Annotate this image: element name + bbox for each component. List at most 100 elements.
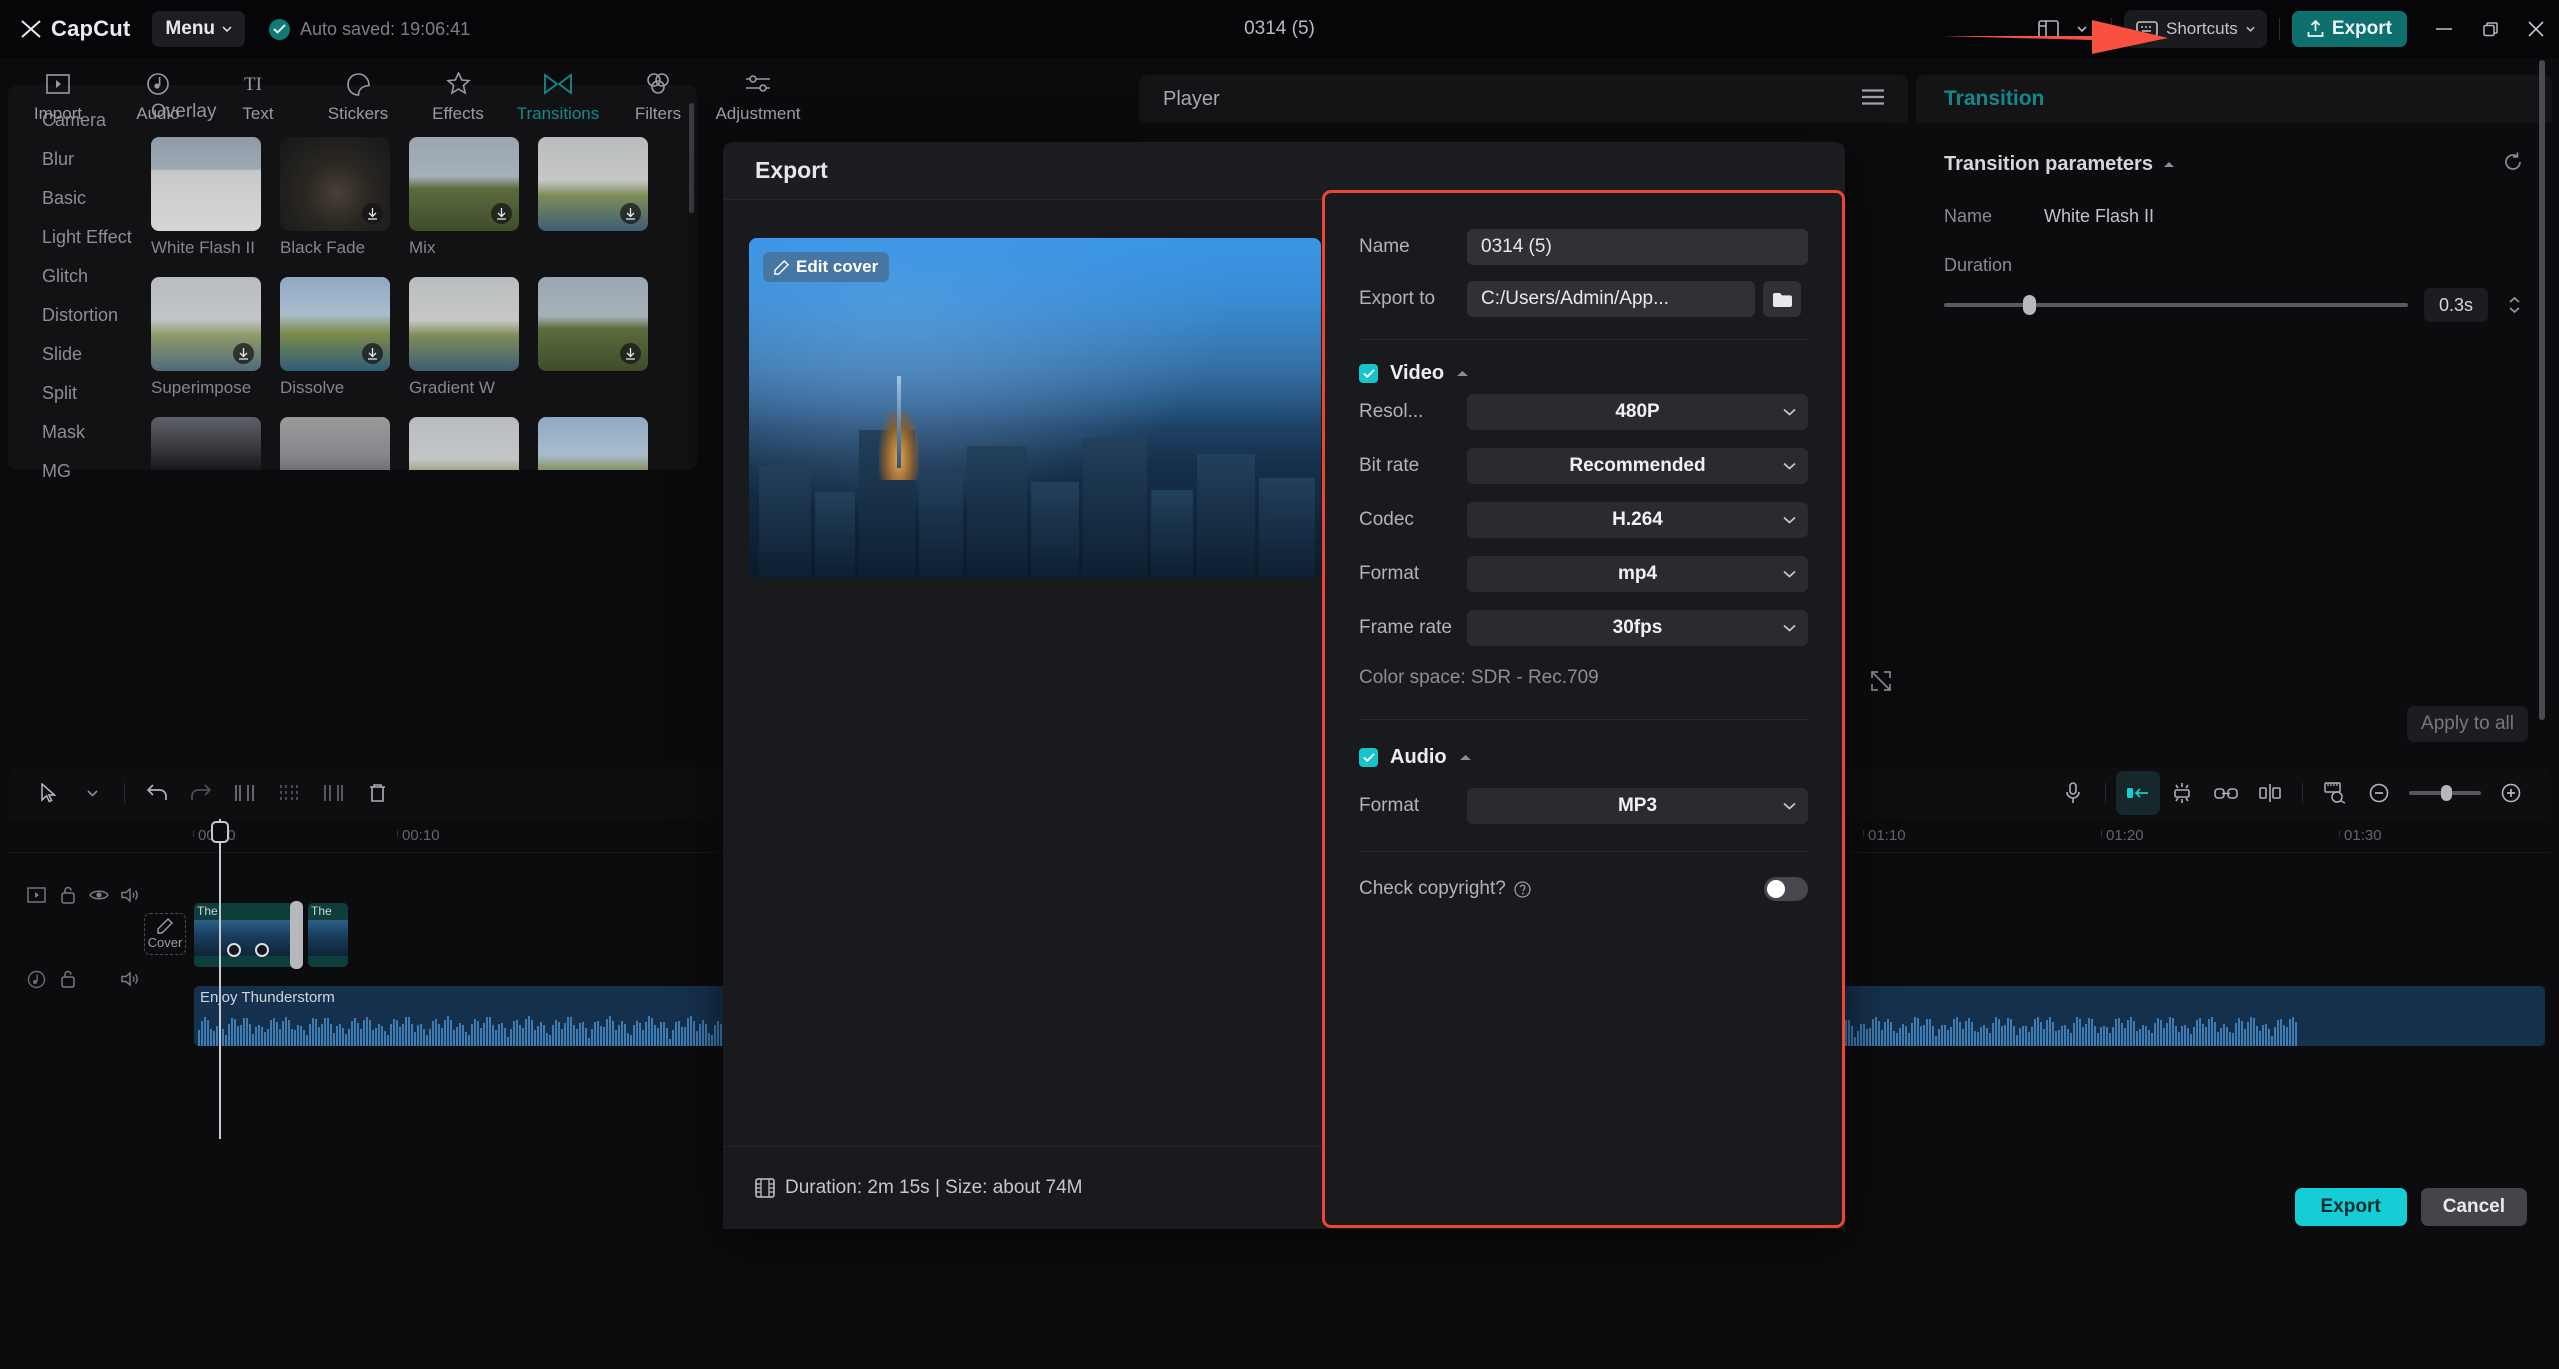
- transition-parameters-header[interactable]: Transition parameters: [1944, 151, 2524, 178]
- tab-audio[interactable]: Audio: [108, 60, 208, 124]
- export-settings-scrollbar[interactable]: [2539, 60, 2545, 720]
- audio-note-icon[interactable]: [24, 964, 49, 994]
- category-blur[interactable]: Blur: [8, 140, 141, 179]
- audio-checkbox[interactable]: [1359, 748, 1378, 767]
- name-input[interactable]: 0314 (5): [1467, 229, 1808, 265]
- cover-button[interactable]: Cover: [144, 913, 186, 955]
- playhead-handle[interactable]: [211, 821, 229, 843]
- apply-to-all-button[interactable]: Apply to all: [2407, 706, 2528, 742]
- transition-marker[interactable]: [227, 943, 241, 957]
- transition-item[interactable]: [151, 417, 261, 470]
- speaker-icon[interactable]: [119, 964, 144, 994]
- transition-item[interactable]: Gradient W: [409, 277, 519, 398]
- category-basic[interactable]: Basic: [8, 179, 141, 218]
- cover-preview[interactable]: Edit cover: [749, 238, 1321, 578]
- duration-value[interactable]: 0.3s: [2424, 288, 2488, 322]
- hamburger-icon[interactable]: [1862, 88, 1884, 110]
- dialog-export-button[interactable]: Export: [2294, 1188, 2407, 1226]
- tab-stickers[interactable]: Stickers: [308, 60, 408, 124]
- duration-slider-knob[interactable]: [2022, 295, 2036, 315]
- link-icon[interactable]: [2204, 771, 2248, 815]
- tab-import[interactable]: Import: [8, 60, 108, 124]
- download-icon[interactable]: [620, 343, 641, 364]
- export-path-input[interactable]: C:/Users/Admin/App...: [1467, 281, 1755, 317]
- download-icon[interactable]: [620, 203, 641, 224]
- close-button[interactable]: [2513, 0, 2559, 58]
- eye-icon[interactable]: [87, 880, 112, 910]
- split-icon[interactable]: [267, 771, 311, 815]
- minimize-button[interactable]: [2421, 0, 2467, 58]
- playhead[interactable]: [211, 819, 229, 1139]
- video-clip[interactable]: The: [194, 903, 301, 967]
- video-checkbox[interactable]: [1359, 364, 1378, 383]
- chevron-down-icon[interactable]: [70, 771, 114, 815]
- bitrate-select[interactable]: Recommended: [1467, 448, 1808, 484]
- export-button[interactable]: Export: [2291, 11, 2407, 47]
- zoom-slider-knob[interactable]: [2440, 785, 2452, 801]
- copyright-toggle[interactable]: [1764, 877, 1808, 901]
- category-distortion[interactable]: Distortion: [8, 296, 141, 335]
- tab-transitions[interactable]: Transitions: [508, 60, 608, 124]
- transition-item[interactable]: [538, 417, 648, 470]
- transition-item[interactable]: White Flash II: [151, 137, 261, 258]
- auto-fit-icon[interactable]: [2116, 771, 2160, 815]
- chevron-up-icon[interactable]: [1456, 370, 1469, 377]
- select-arrow-icon[interactable]: [26, 771, 70, 815]
- keyframe-icon[interactable]: [2248, 771, 2292, 815]
- transition-item[interactable]: Black Fade: [280, 137, 390, 258]
- tab-filters[interactable]: Filters: [608, 60, 708, 124]
- transition-marker-2[interactable]: [255, 943, 269, 957]
- tab-adjustment[interactable]: Adjustment: [708, 60, 808, 124]
- zoom-out-icon[interactable]: [2357, 771, 2401, 815]
- category-light-effect[interactable]: Light Effect: [8, 218, 141, 257]
- tab-text[interactable]: TI Text: [208, 60, 308, 124]
- tab-effects[interactable]: Effects: [408, 60, 508, 124]
- video-clip-2[interactable]: The: [308, 903, 348, 967]
- audio-section-header[interactable]: Audio: [1325, 720, 1842, 769]
- download-icon[interactable]: [362, 343, 383, 364]
- transition-item[interactable]: [409, 417, 519, 470]
- speaker-icon[interactable]: [119, 880, 144, 910]
- transition-item[interactable]: Superimpose: [151, 277, 261, 398]
- ruler-icon[interactable]: [2313, 771, 2357, 815]
- transition-item[interactable]: [538, 277, 648, 398]
- split-right-icon[interactable]: [311, 771, 355, 815]
- mic-icon[interactable]: [2051, 771, 2095, 815]
- snap-icon[interactable]: [2160, 771, 2204, 815]
- video-icon[interactable]: [24, 880, 49, 910]
- download-icon[interactable]: [491, 203, 512, 224]
- transition-item[interactable]: Mix: [409, 137, 519, 258]
- category-glitch[interactable]: Glitch: [8, 257, 141, 296]
- browse-folder-button[interactable]: [1763, 281, 1801, 317]
- delete-icon[interactable]: [355, 771, 399, 815]
- category-split[interactable]: Split: [8, 374, 141, 413]
- category-slide[interactable]: Slide: [8, 335, 141, 374]
- transition-item[interactable]: Dissolve: [280, 277, 390, 398]
- duration-slider[interactable]: [1944, 295, 2408, 315]
- zoom-slider[interactable]: [2409, 785, 2481, 801]
- category-mg[interactable]: MG: [8, 452, 141, 491]
- lock-icon[interactable]: [56, 880, 81, 910]
- maximize-button[interactable]: [2467, 0, 2513, 58]
- expand-icon[interactable]: [1870, 670, 1892, 697]
- reset-icon[interactable]: [2502, 151, 2524, 178]
- duration-stepper[interactable]: [2504, 288, 2524, 322]
- clip-drag-handle[interactable]: [290, 901, 303, 969]
- download-icon[interactable]: [233, 343, 254, 364]
- undo-icon[interactable]: [135, 771, 179, 815]
- dialog-cancel-button[interactable]: Cancel: [2420, 1188, 2527, 1226]
- category-mask[interactable]: Mask: [8, 413, 141, 452]
- edit-cover-button[interactable]: Edit cover: [763, 252, 890, 282]
- video-format-select[interactable]: mp4: [1467, 556, 1808, 592]
- question-icon[interactable]: [1514, 880, 1531, 898]
- redo-icon[interactable]: [179, 771, 223, 815]
- audio-format-select[interactable]: MP3: [1467, 788, 1808, 824]
- transition-item[interactable]: [538, 137, 648, 258]
- split-left-icon[interactable]: [223, 771, 267, 815]
- download-icon[interactable]: [362, 203, 383, 224]
- resolution-select[interactable]: 480P: [1467, 394, 1808, 430]
- menu-button[interactable]: Menu: [152, 11, 246, 47]
- codec-select[interactable]: H.264: [1467, 502, 1808, 538]
- zoom-in-icon[interactable]: [2489, 771, 2533, 815]
- transition-item[interactable]: [280, 417, 390, 470]
